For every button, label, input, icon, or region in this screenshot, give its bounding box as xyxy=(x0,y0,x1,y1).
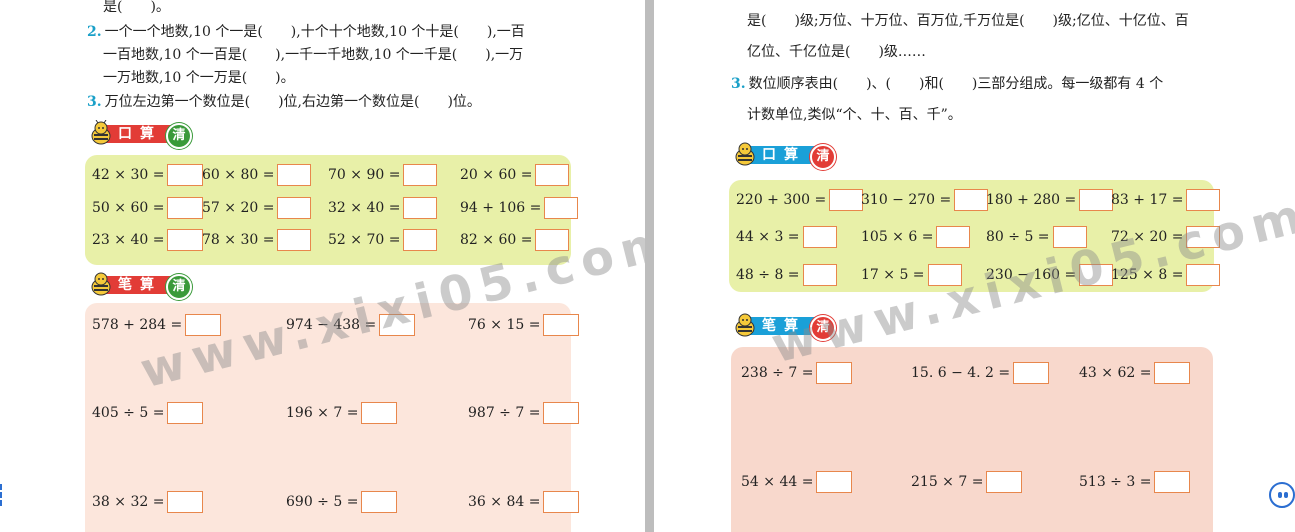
written-problem: 987 ÷ 7 = xyxy=(468,401,580,425)
answer-box[interactable] xyxy=(802,264,837,286)
oral-problem: 57 × 20 = xyxy=(202,196,312,220)
oral-problem: 44 × 3 = xyxy=(736,225,837,249)
oral-problem: 180 + 280 = xyxy=(986,188,1114,212)
answer-box[interactable] xyxy=(1154,471,1191,493)
question-2-line-2: 一百地数,10 个一百是( ),一千一千地数,10 个一千是( ),一万 xyxy=(103,47,524,63)
bee-icon xyxy=(735,313,755,337)
answer-box[interactable] xyxy=(361,402,398,424)
answer-box[interactable] xyxy=(936,226,971,248)
written-problem: 38 × 32 = xyxy=(92,490,204,514)
answer-box[interactable] xyxy=(543,491,580,513)
answer-box[interactable] xyxy=(543,314,580,336)
answer-box[interactable] xyxy=(544,197,579,219)
question-2-line-3: 一万地数,10 个一万是( )。 xyxy=(103,70,295,86)
answer-box[interactable] xyxy=(954,189,989,211)
bee-icon xyxy=(735,142,755,166)
left-page: 是( )。 2. 一个一个地数,10 个一是( ),十个十个地数,10 个十是( … xyxy=(0,0,645,532)
oral-problem: 70 × 90 = xyxy=(328,163,438,187)
bee-icon xyxy=(91,272,111,296)
written-problem: 405 ÷ 5 = xyxy=(92,401,204,425)
answer-box[interactable] xyxy=(167,402,204,424)
text-line: 是( )级;万位、十万位、百万位,千万位是( )级;亿位、十亿位、百 xyxy=(747,13,1189,29)
answer-box[interactable] xyxy=(277,164,312,186)
question-3-line-1: 3. 数位顺序表由( )、( )和( )三部分组成。每一级都有 4 个 xyxy=(731,76,1164,92)
assistant-icon[interactable] xyxy=(1269,482,1295,508)
answer-box[interactable] xyxy=(535,164,570,186)
written-problem: 43 × 62 = xyxy=(1079,361,1191,385)
answer-box[interactable] xyxy=(277,229,312,251)
oral-problem: 48 ÷ 8 = xyxy=(736,263,837,287)
answer-box[interactable] xyxy=(543,402,580,424)
written-problem: 690 ÷ 5 = xyxy=(286,490,398,514)
written-panel: 238 ÷ 7 = 15. 6 − 4. 2 = 43 × 62 = 54 × … xyxy=(731,347,1213,532)
oral-problem: 52 × 70 = xyxy=(328,228,438,252)
written-problem: 36 × 84 = xyxy=(468,490,580,514)
oral-problem: 105 × 6 = xyxy=(861,225,971,249)
answer-box[interactable] xyxy=(986,471,1023,493)
right-page: 是( )级;万位、十万位、百万位,千万位是( )级;亿位、十亿位、百 亿位、千亿… xyxy=(654,0,1295,532)
question-2-line-1: 2. 一个一个地数,10 个一是( ),十个十个地数,10 个十是( ),一百 xyxy=(87,24,525,40)
written-problem: 15. 6 − 4. 2 = xyxy=(911,361,1050,385)
answer-box[interactable] xyxy=(816,471,853,493)
answer-box[interactable] xyxy=(167,229,204,251)
answer-box[interactable] xyxy=(277,197,312,219)
answer-box[interactable] xyxy=(403,197,438,219)
bee-icon xyxy=(91,120,111,145)
oral-calc-tag: 口算 清 xyxy=(732,142,836,170)
answer-box[interactable] xyxy=(403,229,438,251)
oral-problem: 220 + 300 = xyxy=(736,188,864,212)
question-3-line-2: 计数单位,类似“个、十、百、千”。 xyxy=(747,107,962,123)
answer-box[interactable] xyxy=(829,189,864,211)
written-problem: 513 ÷ 3 = xyxy=(1079,470,1191,494)
oral-problem: 310 − 270 = xyxy=(861,188,989,212)
page-divider xyxy=(645,0,654,532)
oral-problem: 32 × 40 = xyxy=(328,196,438,220)
qing-badge: 清 xyxy=(166,274,192,300)
answer-box[interactable] xyxy=(802,226,837,248)
text-line: 亿位、千亿位是( )级…… xyxy=(747,44,926,60)
answer-box[interactable] xyxy=(167,197,204,219)
oral-calc-tag: 口算 清 xyxy=(88,120,192,149)
text-line: 是( )。 xyxy=(103,0,170,15)
answer-box[interactable] xyxy=(816,362,853,384)
answer-box[interactable] xyxy=(1079,189,1114,211)
written-problem: 215 × 7 = xyxy=(911,470,1023,494)
oral-problem: 42 × 30 = xyxy=(92,163,204,187)
answer-box[interactable] xyxy=(1013,362,1050,384)
answer-box[interactable] xyxy=(361,491,398,513)
oral-problem: 94 + 106 = xyxy=(460,196,579,220)
oral-problem: 20 × 60 = xyxy=(460,163,570,187)
oral-problem: 60 × 80 = xyxy=(202,163,312,187)
answer-box[interactable] xyxy=(1154,362,1191,384)
oral-problem: 78 × 30 = xyxy=(202,228,312,252)
written-problem: 196 × 7 = xyxy=(286,401,398,425)
oral-problem: 50 × 60 = xyxy=(92,196,204,220)
oral-panel: 42 × 30 = 60 × 80 = 70 × 90 = 20 × 60 = … xyxy=(85,155,579,265)
written-calc-tag: 笔算 清 xyxy=(88,272,192,300)
answer-box[interactable] xyxy=(167,164,204,186)
answer-box[interactable] xyxy=(167,491,204,513)
answer-box[interactable] xyxy=(403,164,438,186)
qing-badge: 清 xyxy=(166,123,192,149)
written-problem: 76 × 15 = xyxy=(468,313,580,337)
oral-problem: 83 + 17 = xyxy=(1111,188,1221,212)
oral-problem: 23 × 40 = xyxy=(92,228,204,252)
question-3-line: 3. 万位左边第一个数位是( )位,右边第一个数位是( )位。 xyxy=(87,94,481,110)
written-problem: 54 × 44 = xyxy=(741,470,853,494)
scroll-marker xyxy=(0,484,8,506)
qing-badge: 清 xyxy=(810,144,836,170)
